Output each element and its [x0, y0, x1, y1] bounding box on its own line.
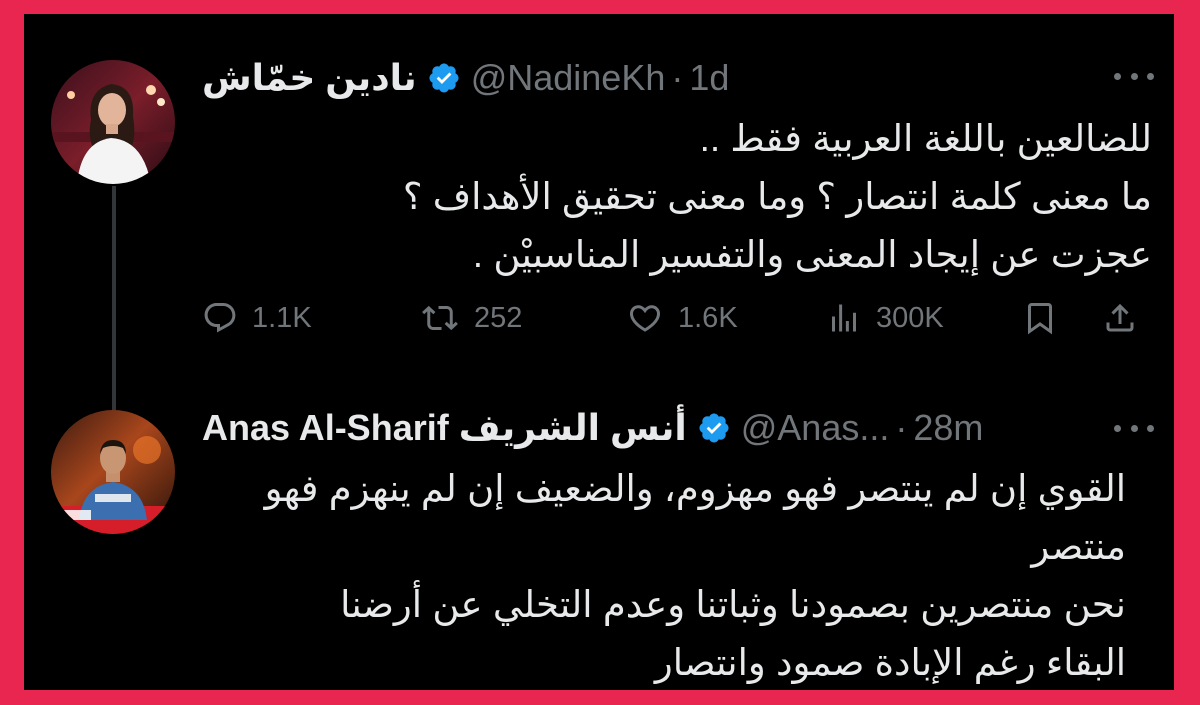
tweet-text-line: ما معنى كلمة انتصار ؟ وما معنى تحقيق الأ… — [402, 176, 1152, 217]
views-count: 300K — [876, 301, 944, 334]
thread-connector-line — [112, 186, 116, 413]
heart-icon — [629, 305, 661, 332]
tweet-body: القوي إن لم ينتصر فهو مهزوم، والضعيف إن … — [265, 460, 1126, 690]
share-button[interactable] — [1102, 294, 1152, 342]
timestamp[interactable]: 28m — [913, 407, 983, 449]
retweet-count: 252 — [474, 301, 523, 334]
bookmark-icon — [1028, 303, 1052, 335]
tweet-text-line: منتصر — [1031, 526, 1126, 567]
separator-dot: · — [671, 57, 684, 98]
bookmark-button[interactable] — [1022, 294, 1072, 342]
user-handle[interactable]: @NadineKh — [471, 57, 666, 99]
more-options-icon[interactable] — [1114, 418, 1154, 438]
reply-button[interactable]: 1.1K — [202, 294, 312, 342]
tweet-text-line: نحن منتصرين بصمودنا وثباتنا وعدم التخلي … — [340, 584, 1126, 625]
user-handle[interactable]: @Anas... — [741, 407, 890, 449]
like-button[interactable]: 1.6K — [626, 294, 738, 342]
separator-dot: · — [895, 407, 908, 448]
tweet-text-line: البقاء رغم الإبادة صمود وانتصار — [654, 642, 1126, 683]
reply-count: 1.1K — [252, 301, 312, 334]
avatar-anas[interactable] — [51, 410, 175, 534]
display-name[interactable]: نادين خمّاش — [202, 57, 417, 99]
retweet-icon — [422, 305, 458, 331]
tweet-thread-screenshot: نادين خمّاش @NadineKh · 1d للضالعين بالل… — [24, 14, 1174, 690]
tweet-text-line: القوي إن لم ينتصر فهو مهزوم، والضعيف إن … — [264, 468, 1126, 509]
verified-badge-icon — [697, 411, 731, 445]
display-name[interactable]: Anas Al-Sharif أنس الشريف — [202, 407, 687, 449]
tweet-text-line: عجزت عن إيجاد المعنى والتفسير المناسبيْن… — [472, 234, 1152, 275]
tweet-body: للضالعين باللغة العربية فقط .. ما معنى ك… — [403, 110, 1152, 284]
reply-icon — [204, 303, 236, 333]
timestamp[interactable]: 1d — [689, 57, 729, 99]
verified-badge-icon — [427, 61, 461, 95]
more-options-icon[interactable] — [1114, 66, 1154, 86]
tweet-header: نادين خمّاش @NadineKh · 1d — [202, 54, 729, 102]
tweet-action-bar: 1.1K 252 1.6K 300K — [202, 294, 1134, 342]
views-chart-icon — [832, 304, 856, 332]
tweet-text-line: للضالعين باللغة العربية فقط .. — [699, 118, 1152, 159]
share-icon — [1106, 303, 1134, 332]
like-count: 1.6K — [678, 301, 738, 334]
avatar-nadine[interactable] — [51, 60, 175, 184]
views-button[interactable]: 300K — [826, 294, 944, 342]
tweet-header: Anas Al-Sharif أنس الشريف @Anas... · 28m — [202, 404, 983, 452]
retweet-button[interactable]: 252 — [420, 294, 522, 342]
